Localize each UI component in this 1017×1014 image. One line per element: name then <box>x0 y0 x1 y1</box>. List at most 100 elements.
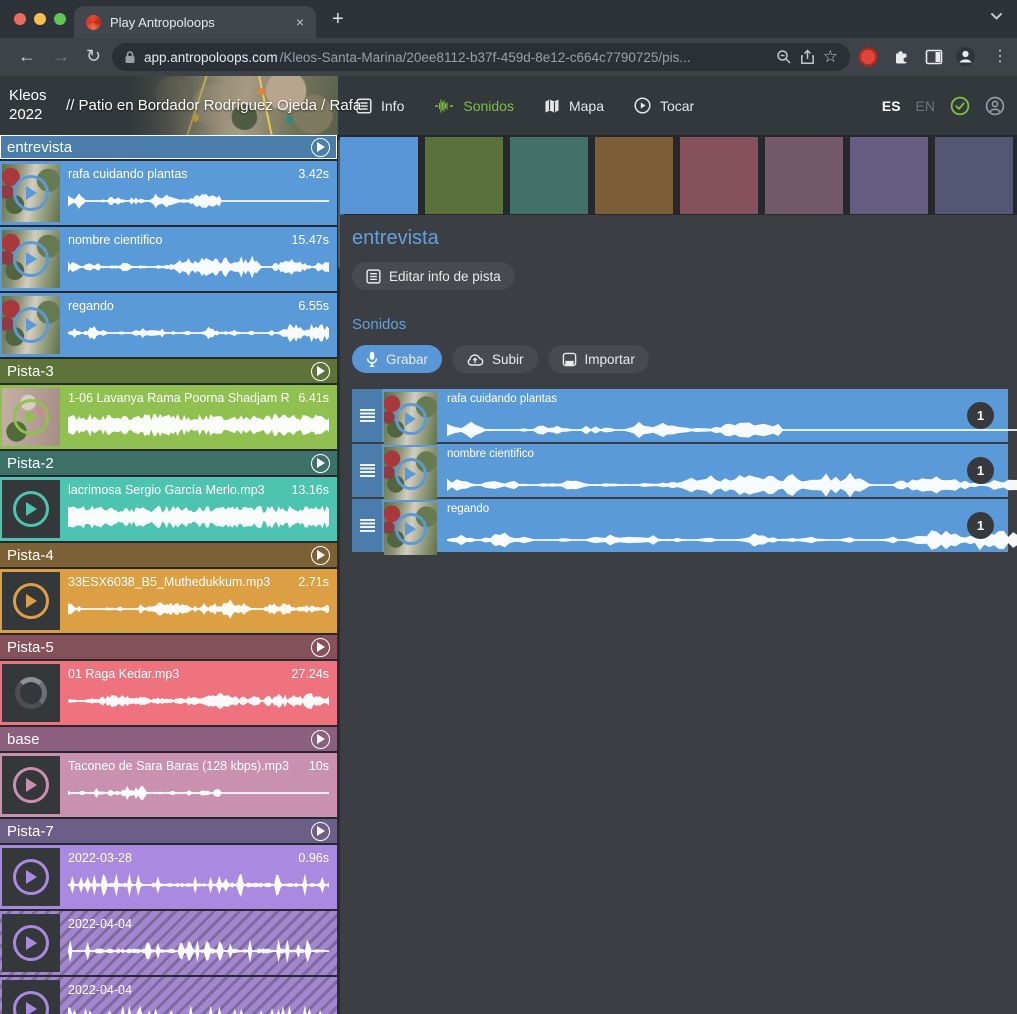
sync-check-icon[interactable] <box>950 96 970 116</box>
profile-avatar[interactable] <box>955 46 976 67</box>
sound-thumbnail[interactable] <box>384 447 437 500</box>
play-track-icon[interactable] <box>311 730 330 749</box>
play-sound-icon[interactable] <box>13 241 49 277</box>
drag-handle[interactable] <box>352 499 382 552</box>
share-icon[interactable] <box>800 49 815 65</box>
play-track-icon[interactable] <box>311 638 330 657</box>
lang-es-button[interactable]: ES <box>882 98 901 114</box>
play-sound-icon[interactable] <box>395 513 427 545</box>
side-panel-icon[interactable] <box>925 48 943 66</box>
close-window-button[interactable] <box>14 13 26 25</box>
sound-thumbnail[interactable] <box>2 664 60 722</box>
browser-menu-icon[interactable]: ⋮ <box>992 46 1008 66</box>
track-swatch[interactable] <box>765 137 843 214</box>
play-sound-icon[interactable] <box>13 399 49 435</box>
track-swatch[interactable] <box>340 137 418 214</box>
sound-thumbnail[interactable] <box>2 756 60 814</box>
play-track-icon[interactable] <box>311 362 330 381</box>
play-track-icon[interactable] <box>311 138 330 157</box>
forward-button[interactable]: → <box>52 46 70 66</box>
sound-thumbnail[interactable] <box>2 980 60 1014</box>
play-sound-icon[interactable] <box>13 307 49 343</box>
sound-row[interactable]: 2022-04-04 <box>0 977 337 1014</box>
close-tab-icon[interactable]: × <box>296 14 304 30</box>
import-button[interactable]: Importar <box>548 345 649 373</box>
play-sound-icon[interactable] <box>13 583 49 619</box>
sound-thumbnail[interactable] <box>384 392 437 445</box>
tab-sonidos[interactable]: Sonidos <box>434 98 514 114</box>
sound-row[interactable]: Taconeo de Sara Baras (128 kbps).mp310s <box>0 753 337 817</box>
drag-handle[interactable] <box>352 389 382 442</box>
account-icon[interactable] <box>985 96 1005 116</box>
zoom-window-button[interactable] <box>54 13 66 25</box>
track-swatch[interactable] <box>935 137 1013 214</box>
play-sound-icon[interactable] <box>395 458 427 490</box>
tab-tocar[interactable]: Tocar <box>634 97 694 114</box>
track-swatch[interactable] <box>425 137 503 214</box>
record-extension-icon[interactable] <box>858 47 878 67</box>
play-track-icon[interactable] <box>311 822 330 841</box>
sound-row[interactable]: 2022-04-04 <box>0 911 337 975</box>
sound-row[interactable]: 33ESX6038_B5_Muthedukkum.mp32.71s <box>0 569 337 633</box>
drag-handle[interactable] <box>352 444 382 497</box>
sound-thumbnail[interactable] <box>384 502 437 555</box>
detail-sound-row[interactable]: nombre cientifico 1 <box>352 444 1008 497</box>
play-track-icon[interactable] <box>311 454 330 473</box>
play-sound-icon[interactable] <box>13 925 49 961</box>
lang-en-button[interactable]: EN <box>916 98 935 114</box>
play-sound-icon[interactable] <box>13 767 49 803</box>
upload-button[interactable]: Subir <box>452 345 538 373</box>
sound-thumbnail[interactable] <box>2 848 60 906</box>
back-button[interactable]: ← <box>18 46 36 66</box>
track-header[interactable]: Pista-5 <box>0 635 337 659</box>
play-sound-icon[interactable] <box>13 175 49 211</box>
track-swatch[interactable] <box>680 137 758 214</box>
project-title[interactable]: Kleos 2022 <box>9 87 71 125</box>
browser-tab[interactable]: Play Antropoloops × <box>74 6 316 38</box>
record-button[interactable]: Grabar <box>352 345 442 373</box>
track-header[interactable]: base <box>0 727 337 751</box>
edit-track-info-button[interactable]: Editar info de pista <box>352 262 515 290</box>
address-bar[interactable]: app.antropoloops.com/Kleos-Santa-Marina/… <box>112 43 850 71</box>
track-header[interactable]: Pista-2 <box>0 451 337 475</box>
tab-mapa[interactable]: Mapa <box>544 98 604 114</box>
minimize-window-button[interactable] <box>34 13 46 25</box>
sound-row[interactable]: 2022-03-280.96s <box>0 845 337 909</box>
sound-thumbnail[interactable] <box>2 296 60 354</box>
sound-thumbnail[interactable] <box>2 388 60 446</box>
bookmark-star-icon[interactable]: ☆ <box>823 47 838 67</box>
play-sound-icon[interactable] <box>395 403 427 435</box>
play-track-icon[interactable] <box>311 546 330 565</box>
detail-sound-row[interactable]: regando 1 <box>352 499 1008 552</box>
extensions-puzzle-icon[interactable] <box>892 48 910 66</box>
sound-thumbnail[interactable] <box>2 230 60 288</box>
track-swatch[interactable] <box>595 137 673 214</box>
play-sound-icon[interactable] <box>13 991 49 1014</box>
sound-row[interactable]: rafa cuidando plantas3.42s <box>0 161 337 225</box>
play-sound-icon[interactable] <box>13 859 49 895</box>
zoom-out-icon[interactable] <box>776 49 792 65</box>
sound-thumbnail[interactable] <box>2 164 60 222</box>
waveform <box>68 1005 329 1014</box>
track-header[interactable]: Pista-3 <box>0 359 337 383</box>
track-header[interactable]: Pista-7 <box>0 819 337 843</box>
sound-row[interactable]: 01 Raga Kedar.mp327.24s <box>0 661 337 725</box>
sound-row[interactable]: nombre cientifico15.47s <box>0 227 337 291</box>
reload-button[interactable]: ↻ <box>86 46 101 66</box>
tab-search-chevron-icon[interactable] <box>990 12 1003 21</box>
sound-row[interactable]: 1-06 Lavanya Rama Poorna Shadjam Rupak..… <box>0 385 337 449</box>
tab-info[interactable]: Info <box>356 98 404 114</box>
window-controls[interactable] <box>14 13 66 25</box>
sound-thumbnail[interactable] <box>2 914 60 972</box>
track-header[interactable]: Pista-4 <box>0 543 337 567</box>
sound-row[interactable]: lacrimosa Sergio García Merlo.mp313.16s <box>0 477 337 541</box>
new-tab-button[interactable]: + <box>332 10 344 28</box>
detail-sound-row[interactable]: rafa cuidando plantas 1 <box>352 389 1008 442</box>
play-sound-icon[interactable] <box>13 491 49 527</box>
track-swatch[interactable] <box>510 137 588 214</box>
sound-thumbnail[interactable] <box>2 480 60 538</box>
sound-row[interactable]: regando6.55s <box>0 293 337 357</box>
track-header[interactable]: entrevista <box>0 135 337 159</box>
track-swatch[interactable] <box>850 137 928 214</box>
sound-thumbnail[interactable] <box>2 572 60 630</box>
